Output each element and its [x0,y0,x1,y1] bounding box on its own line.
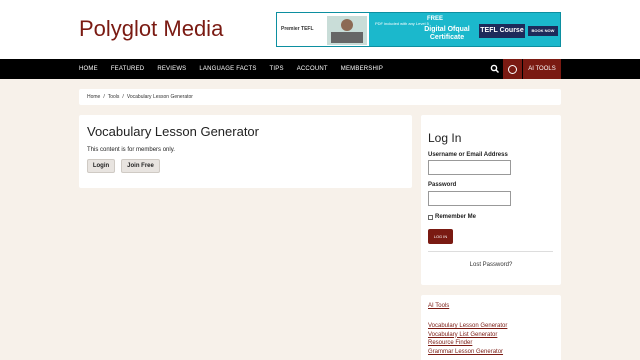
nav-item-ai-tools[interactable]: AI TOOLS [523,59,561,79]
ai-tools-heading[interactable]: AI Tools [428,303,449,309]
person-icon [341,19,353,31]
site-title[interactable]: Polyglot Media [79,16,223,42]
nav-item-home[interactable]: HOME [79,59,98,79]
banner-book-now-button[interactable]: BOOK NOW [528,26,558,36]
username-label: Username or Email Address [428,152,508,158]
breadcrumb-trail: Home / Tools / Vocabulary Lesson Generator [87,94,193,100]
banner-logo: Premier TEFL [281,26,314,32]
nav-item-featured[interactable]: FEATURED [111,59,145,79]
tool-link-vocabulary-list[interactable]: Vocabulary List Generator [428,331,507,340]
password-label: Password [428,182,457,188]
login-title: Log In [428,131,462,145]
site-header: Polyglot Media Premier TEFL FREE PDF inc… [0,0,640,59]
nav-item-language-facts[interactable]: LANGUAGE FACTS [199,59,256,79]
tool-link-grammar-lesson[interactable]: Grammar Lesson Generator [428,348,507,357]
banner-course: TEFL Course [479,24,525,38]
breadcrumb-home[interactable]: Home [87,94,100,100]
laptop-icon [331,32,363,43]
banner-left-panel: Premier TEFL [277,13,369,46]
tool-link-vocabulary-lesson[interactable]: Vocabulary Lesson Generator [428,322,507,331]
nav-item-membership[interactable]: MEMBERSHIP [341,59,383,79]
search-icon[interactable] [490,64,500,74]
page-title: Vocabulary Lesson Generator [87,124,259,139]
members-only-message: This content is for members only. [87,147,175,153]
theme-toggle-icon[interactable] [503,59,522,79]
nav-item-reviews[interactable]: REVIEWS [157,59,186,79]
username-field[interactable] [428,160,511,175]
nav-item-account[interactable]: ACCOUNT [297,59,328,79]
log-in-submit-button[interactable]: LOG IN [428,229,453,244]
divider [428,251,553,252]
join-free-button[interactable]: Join Free [121,159,160,173]
remember-label: Remember Me [435,214,477,220]
banner-free: FREE [427,16,444,22]
breadcrumb-tools[interactable]: Tools [108,94,120,100]
remember-me[interactable]: Remember Me [428,214,476,220]
ai-tools-list: Vocabulary Lesson Generator Vocabulary L… [428,322,507,356]
nav-items: HOME FEATURED REVIEWS LANGUAGE FACTS TIP… [79,59,396,79]
breadcrumb-current: Vocabulary Lesson Generator [126,94,193,100]
breadcrumb: Home / Tools / Vocabulary Lesson Generator [79,89,561,105]
lost-password-link[interactable]: Lost Password? [421,262,561,268]
password-field[interactable] [428,191,511,206]
banner-headline: Digital Ofqual Certificate [424,26,470,41]
nav-item-tips[interactable]: TIPS [270,59,284,79]
main-content: Vocabulary Lesson Generator This content… [79,115,412,188]
login-widget: Log In Username or Email Address Passwor… [421,115,561,285]
remember-checkbox[interactable] [428,214,433,220]
banner-photo [327,16,367,45]
tool-link-resource-finder[interactable]: Resource Finder [428,339,507,348]
login-button[interactable]: Login [87,159,115,173]
ad-banner[interactable]: Premier TEFL FREE PDF included with any … [276,12,561,47]
ai-tools-widget: AI Tools Vocabulary Lesson Generator Voc… [421,295,561,360]
